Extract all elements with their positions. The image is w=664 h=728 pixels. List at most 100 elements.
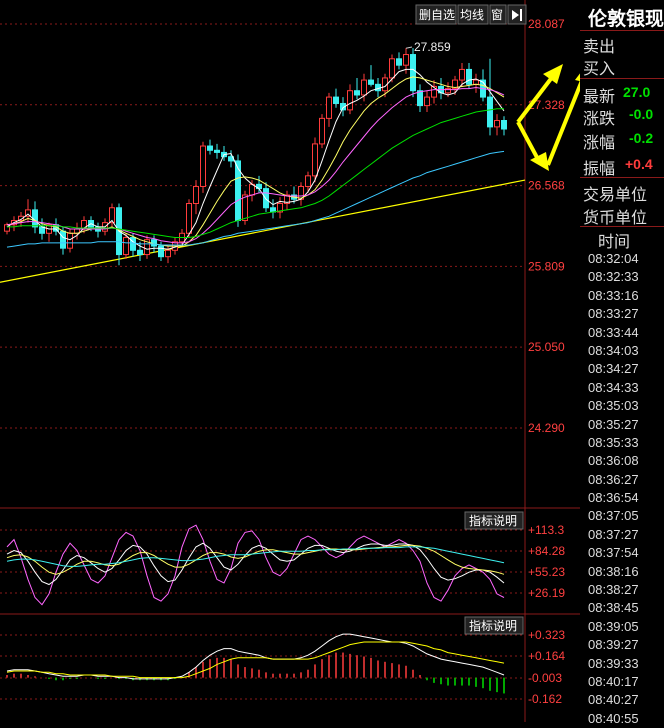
candle bbox=[501, 116, 507, 136]
window-button[interactable]: 窗 bbox=[491, 8, 503, 22]
time-item[interactable]: 08:35:03 bbox=[580, 397, 664, 415]
candle-body bbox=[389, 58, 395, 79]
last-label: 最新 bbox=[583, 87, 616, 106]
candle bbox=[207, 139, 213, 155]
candle-body bbox=[165, 249, 171, 258]
candle bbox=[487, 58, 493, 136]
quote-sidebar: 伦敦银现 卖出 买入 最新 27.0 涨跌 -0.0 涨幅 -0.2 振幅 +0… bbox=[580, 0, 664, 726]
time-item[interactable]: 08:38:45 bbox=[580, 599, 664, 617]
time-item[interactable]: 08:33:44 bbox=[580, 324, 664, 342]
candle-body bbox=[494, 120, 500, 128]
candle-body bbox=[375, 83, 381, 92]
candle-body bbox=[137, 249, 143, 256]
candle bbox=[95, 222, 101, 238]
candle bbox=[494, 114, 500, 136]
candle-body bbox=[123, 237, 129, 256]
candle-body bbox=[361, 79, 367, 96]
indicator-2-line bbox=[6, 641, 505, 679]
candle bbox=[74, 222, 80, 240]
last-value: 27.0 bbox=[623, 84, 651, 100]
time-item[interactable]: 08:37:54 bbox=[580, 544, 664, 562]
indicator-2-tick-label: +0.323 bbox=[528, 628, 565, 642]
currency-label: 货币单位 bbox=[583, 208, 648, 227]
time-item[interactable]: 08:38:27 bbox=[580, 581, 664, 599]
time-item[interactable]: 08:40:17 bbox=[580, 673, 664, 691]
time-item[interactable]: 08:39:27 bbox=[580, 636, 664, 654]
indicator-1-tick-label: +84.28 bbox=[528, 544, 565, 558]
candle bbox=[410, 48, 416, 98]
time-item[interactable]: 08:36:27 bbox=[580, 471, 664, 489]
amp-label: 振幅 bbox=[583, 159, 616, 178]
trade-time-list[interactable]: 08:32:04 08:32:33 08:33:16 08:33:27 08:33:44… bbox=[580, 250, 664, 728]
high-price-label: 27.859 bbox=[414, 40, 451, 54]
candle-body bbox=[326, 96, 332, 119]
price-tick-label: 28.087 bbox=[528, 17, 565, 31]
time-item[interactable]: 08:35:27 bbox=[580, 416, 664, 434]
time-item[interactable]: 08:37:27 bbox=[580, 526, 664, 544]
candle-body bbox=[347, 90, 353, 111]
candle bbox=[389, 54, 395, 83]
amp-value: +0.4 bbox=[625, 156, 653, 172]
candle bbox=[298, 182, 304, 206]
time-item[interactable]: 08:32:33 bbox=[580, 268, 664, 286]
candle bbox=[375, 77, 381, 98]
candle-body bbox=[487, 96, 493, 128]
pct-value: -0.2 bbox=[629, 130, 654, 146]
time-item[interactable]: 08:36:54 bbox=[580, 489, 664, 507]
candle-body bbox=[263, 188, 269, 209]
time-item[interactable]: 08:36:08 bbox=[580, 452, 664, 470]
candle bbox=[242, 190, 248, 225]
indicator-panel-2 bbox=[0, 633, 525, 700]
time-item[interactable]: 08:39:33 bbox=[580, 655, 664, 673]
time-item[interactable]: 08:34:03 bbox=[580, 342, 664, 360]
time-item[interactable]: 08:33:16 bbox=[580, 287, 664, 305]
indicator-2-tick-label: +0.164 bbox=[528, 649, 565, 663]
candle-body bbox=[424, 96, 430, 107]
candle-body bbox=[417, 90, 423, 107]
candle-body bbox=[207, 145, 213, 151]
indicator-2-line bbox=[6, 633, 505, 680]
time-item[interactable]: 08:34:27 bbox=[580, 360, 664, 378]
indicator-2-help[interactable]: 指标说明 bbox=[464, 616, 524, 635]
change-value: -0.0 bbox=[629, 106, 654, 122]
candle-body bbox=[396, 58, 402, 66]
time-item[interactable]: 08:37:05 bbox=[580, 507, 664, 525]
yellow-arrows bbox=[516, 64, 580, 171]
price-tick-label: 26.568 bbox=[528, 179, 565, 193]
candle-body bbox=[354, 90, 360, 96]
candle-body bbox=[319, 117, 325, 145]
indicator-2-tick-label: -0.162 bbox=[528, 692, 562, 706]
delete-favorite-button[interactable]: 删自选 bbox=[419, 8, 455, 22]
indicator-2-tick-label: -0.003 bbox=[528, 671, 562, 685]
candle bbox=[396, 52, 402, 70]
indicator-1-help[interactable]: 指标说明 bbox=[464, 511, 524, 530]
buy-label: 买入 bbox=[583, 59, 616, 78]
time-item[interactable]: 08:33:27 bbox=[580, 305, 664, 323]
time-item[interactable]: 08:40:55 bbox=[580, 710, 664, 728]
candle-body bbox=[333, 96, 339, 104]
ma-line bbox=[7, 108, 504, 238]
candle bbox=[228, 150, 234, 168]
moving-average-button[interactable]: 均线 bbox=[460, 8, 484, 22]
candle-body bbox=[242, 194, 248, 222]
indicator-1-tick-label: +55.23 bbox=[528, 565, 565, 579]
time-header: 时间 bbox=[598, 232, 631, 251]
candle-body bbox=[60, 230, 66, 249]
time-item[interactable]: 08:40:27 bbox=[580, 691, 664, 709]
candle bbox=[424, 90, 430, 112]
candle-body bbox=[466, 68, 472, 85]
price-tick-label: 25.809 bbox=[528, 259, 565, 273]
candle bbox=[333, 88, 339, 108]
candle bbox=[347, 84, 353, 115]
time-item[interactable]: 08:34:33 bbox=[580, 379, 664, 397]
candle-body bbox=[130, 237, 136, 251]
arrow-head-down bbox=[530, 152, 549, 171]
time-item[interactable]: 08:38:16 bbox=[580, 563, 664, 581]
unit-label: 交易单位 bbox=[583, 185, 648, 204]
time-item[interactable]: 08:32:04 bbox=[580, 250, 664, 268]
candle bbox=[214, 143, 220, 159]
candle-body bbox=[473, 79, 479, 85]
candle bbox=[354, 77, 360, 100]
time-item[interactable]: 08:35:33 bbox=[580, 434, 664, 452]
time-item[interactable]: 08:39:05 bbox=[580, 618, 664, 636]
